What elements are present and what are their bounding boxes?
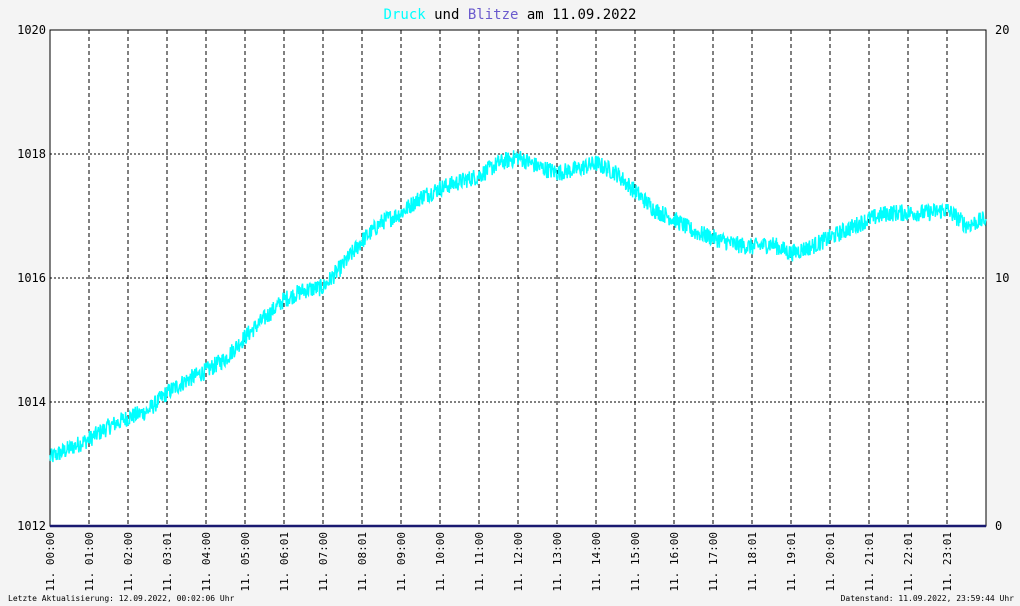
x-tick-label: 11. 03:01: [161, 532, 174, 592]
x-tick-label: 11. 15:00: [629, 532, 642, 592]
y-left-tick-label: 1016: [17, 271, 46, 285]
y-left-tick-label: 1020: [17, 23, 46, 37]
x-tick-label: 11. 12:00: [512, 532, 525, 592]
x-tick-label: 11. 10:00: [434, 532, 447, 592]
x-tick-label: 11. 07:00: [317, 532, 330, 592]
x-tick-label: 11. 04:00: [200, 532, 213, 592]
x-tick-label: 11. 22:01: [902, 532, 915, 592]
title-blitze: Blitze: [468, 7, 519, 23]
footer-data-status: Datenstand: 11.09.2022, 23:59:44 Uhr: [841, 594, 1015, 603]
x-tick-label: 11. 20:01: [824, 532, 837, 592]
x-tick-label: 11. 14:00: [590, 532, 603, 592]
x-tick-label: 11. 13:00: [551, 532, 564, 592]
y-right-tick-label: 10: [995, 271, 1009, 285]
x-tick-label: 11. 09:00: [395, 532, 408, 592]
x-tick-label: 11. 21:01: [863, 532, 876, 592]
x-tick-label: 11. 02:00: [122, 532, 135, 592]
y-left-tick-label: 1014: [17, 395, 46, 409]
x-tick-label: 11. 06:01: [278, 532, 291, 592]
title-druck: Druck: [384, 7, 427, 23]
chart-title: Druck und Blitze am 11.09.2022: [384, 7, 637, 23]
x-tick-label: 11. 05:00: [239, 532, 252, 592]
footer-last-update: Letzte Aktualisierung: 12.09.2022, 00:02…: [8, 594, 235, 603]
chart-container: Druck und Blitze am 11.09.2022 1020 1018 1…: [0, 0, 1020, 606]
x-tick-label: 11. 23:01: [941, 532, 954, 592]
x-tick-label: 11. 16:00: [668, 532, 681, 592]
x-tick-label: 11. 01:00: [83, 532, 96, 592]
title-und: und: [426, 7, 468, 23]
y-left-tick-label: 1018: [17, 147, 46, 161]
y-right-tick-label: 0: [995, 519, 1002, 533]
x-tick-label: 11. 08:01: [356, 532, 369, 592]
x-tick-label: 11. 17:00: [707, 532, 720, 592]
y-left-tick-label: 1012: [17, 519, 46, 533]
y-right-tick-label: 20: [995, 23, 1009, 37]
x-tick-label: 11. 19:01: [785, 532, 798, 592]
x-tick-label: 11. 00:00: [44, 532, 57, 592]
pressure-lightning-chart: Druck und Blitze am 11.09.2022 102010181…: [0, 0, 1020, 606]
x-tick-label: 11. 18:01: [746, 532, 759, 592]
x-tick-label: 11. 11:00: [473, 532, 486, 592]
title-date: am 11.09.2022: [518, 7, 636, 23]
